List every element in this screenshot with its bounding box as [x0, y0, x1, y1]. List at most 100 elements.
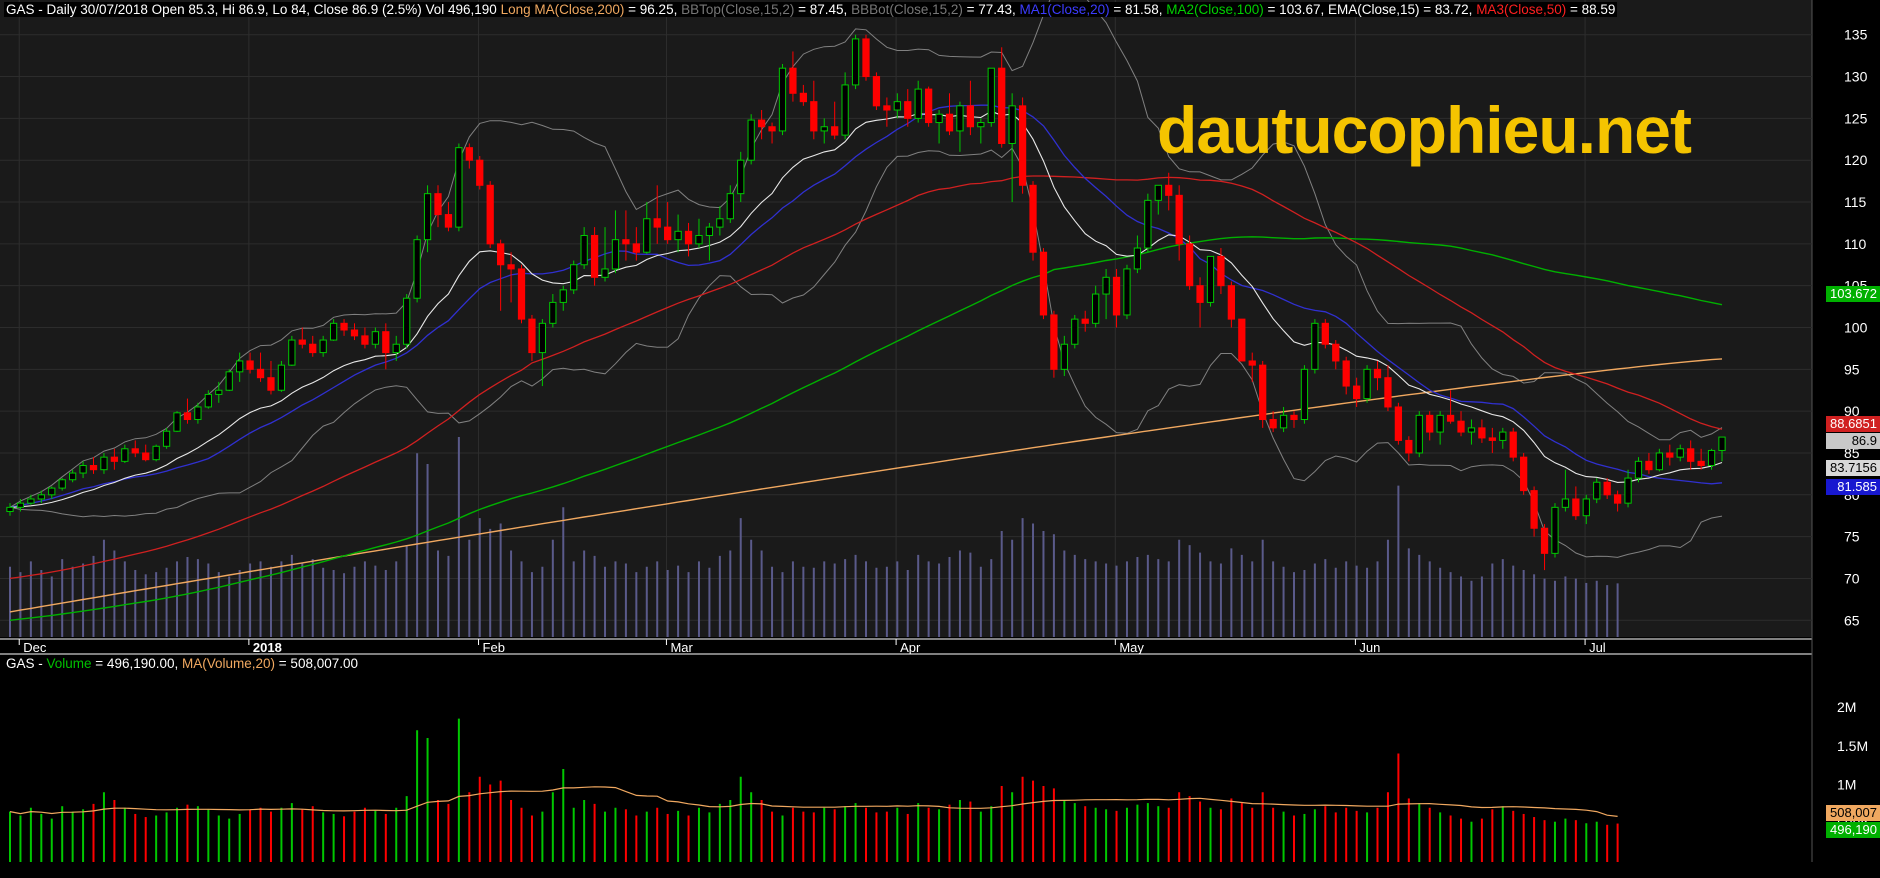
candle-body	[611, 239, 620, 270]
candle-body	[935, 113, 943, 124]
candle-body	[757, 119, 766, 128]
candle-body	[309, 343, 317, 354]
candle-body	[883, 105, 891, 111]
candle-body	[142, 452, 150, 461]
volume-symbol-label: GAS	[6, 656, 35, 671]
ma2-label: MA2(Close,100)	[1166, 2, 1264, 17]
symbol-label: GAS	[6, 2, 35, 17]
candle-body	[329, 322, 338, 341]
candle-body	[256, 368, 265, 379]
candle-body	[1154, 184, 1162, 201]
candle-body	[1436, 414, 1444, 433]
candle-body	[632, 243, 640, 253]
candle-body	[1478, 427, 1486, 439]
candle-body	[1645, 460, 1653, 471]
candle-body	[1488, 437, 1496, 441]
watermark-logo: dautucophieu.net	[1157, 93, 1692, 167]
candle-body	[1039, 251, 1048, 316]
candle-body	[810, 101, 818, 132]
candle-body	[455, 147, 463, 228]
close-value-tag: 86.9	[1826, 433, 1880, 449]
candle-body	[110, 456, 119, 462]
candle-body	[204, 393, 212, 408]
candle-body	[267, 377, 275, 391]
candle-body	[1112, 276, 1121, 316]
candle-body	[1530, 490, 1538, 529]
candle-body	[225, 371, 233, 391]
candle-body	[1520, 456, 1528, 492]
candle-body	[173, 412, 181, 432]
ema-value: = 83.72,	[1419, 2, 1477, 17]
candle-body	[1446, 414, 1455, 422]
candle-body	[1018, 105, 1027, 186]
candle-body	[162, 430, 171, 447]
candle-body	[851, 38, 860, 86]
candle-body	[1196, 285, 1204, 303]
candle-body	[1373, 368, 1382, 379]
candle-body	[319, 339, 327, 354]
candle-body	[382, 331, 390, 354]
candle-body	[695, 234, 703, 245]
vol-value-tag: 496,190	[1826, 822, 1880, 838]
candle-body	[549, 301, 557, 324]
candle-body	[820, 126, 828, 132]
candle-body	[1676, 448, 1684, 458]
month-label: May	[1119, 640, 1144, 655]
candle-body	[1321, 322, 1329, 345]
y-tick-label: 95	[1844, 361, 1860, 377]
candle-body	[998, 67, 1006, 144]
candle-body	[465, 147, 473, 161]
candle-body	[517, 268, 526, 320]
volume-tick-label: 2M	[1837, 699, 1856, 715]
candle-body	[1353, 385, 1361, 400]
candle-body	[1311, 322, 1319, 370]
month-label: Mar	[670, 640, 693, 655]
candle-body	[956, 105, 964, 132]
candle-body	[904, 101, 912, 119]
candle-body	[89, 465, 98, 471]
volume-tick-label: 1M	[1837, 777, 1856, 793]
candle-body	[403, 297, 411, 345]
candle-body	[1666, 452, 1674, 458]
candle-body	[726, 193, 734, 220]
candle-body	[925, 88, 933, 124]
ma3-value-tag: 88.6851	[1826, 416, 1880, 432]
candle-body	[590, 234, 599, 278]
candle-body	[799, 92, 807, 103]
candle-body	[1102, 276, 1110, 295]
month-label: 2018	[253, 640, 282, 655]
candle-body	[1238, 318, 1246, 362]
candle-body	[1165, 184, 1173, 196]
volume-value: = 496,190.00,	[91, 656, 182, 671]
candle-body	[1363, 368, 1371, 400]
candle-body	[1217, 255, 1225, 287]
ma1-label: MA1(Close,20)	[1019, 2, 1110, 17]
y-tick-label: 115	[1844, 194, 1867, 210]
candle-body	[1123, 268, 1131, 316]
candle-body	[716, 218, 724, 228]
ma1-value: = 81.58,	[1109, 2, 1167, 17]
candle-body	[79, 465, 87, 474]
candle-body	[1206, 255, 1215, 303]
candle-body	[194, 406, 202, 421]
candle-body	[1008, 105, 1016, 144]
month-label: Apr	[900, 640, 921, 655]
candle-body	[1290, 414, 1298, 421]
candle-body	[1572, 498, 1580, 517]
candle-body	[570, 264, 578, 291]
candle-body	[538, 322, 547, 354]
ma2-value-tag: 103.672	[1826, 286, 1880, 302]
candle-body	[1634, 460, 1643, 479]
candle-body	[1394, 406, 1403, 441]
candle-body	[684, 230, 693, 245]
volume-ma-label: MA(Volume,20)	[182, 656, 276, 671]
y-tick-label: 70	[1844, 570, 1860, 586]
candle-body	[340, 322, 348, 331]
candle-body	[1060, 343, 1068, 370]
candle-body	[1300, 368, 1309, 421]
candle-body	[831, 126, 839, 136]
candle-body	[664, 226, 672, 241]
candle-body	[121, 448, 129, 462]
candle-body	[528, 318, 536, 354]
bbbot-value: = 77.43,	[962, 2, 1020, 17]
